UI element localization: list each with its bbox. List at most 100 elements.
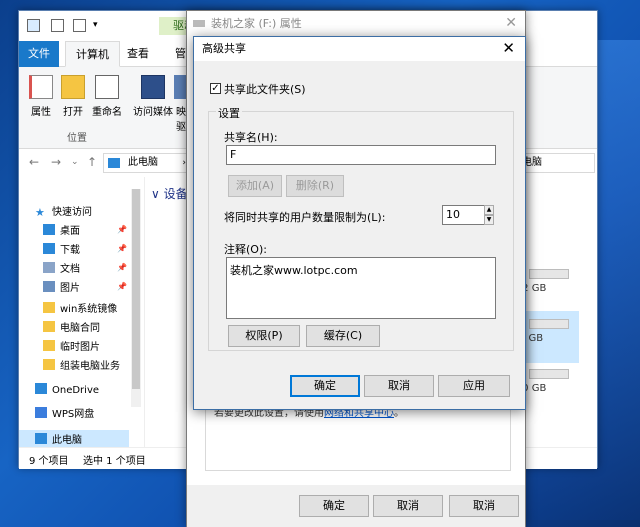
tab-file[interactable]: 文件 bbox=[19, 41, 59, 67]
pin-icon[interactable]: 📌 bbox=[117, 282, 127, 291]
checkbox-icon[interactable] bbox=[51, 19, 64, 32]
sidebar-item-label: OneDrive bbox=[52, 385, 100, 396]
folder-icon bbox=[43, 359, 55, 370]
share-name-label: 共享名(H): bbox=[224, 131, 278, 144]
close-icon[interactable]: ✕ bbox=[505, 15, 517, 31]
properties-icon[interactable] bbox=[73, 19, 86, 32]
wps-cloud-icon bbox=[35, 407, 47, 418]
back-arrow-icon[interactable]: ← bbox=[29, 155, 39, 169]
sidebar-item-label: WPS网盘 bbox=[52, 409, 95, 420]
sidebar-item[interactable]: 图片 bbox=[43, 279, 80, 298]
share-folder-checkbox[interactable]: ✓ bbox=[210, 83, 221, 94]
devices-group-header[interactable]: ∨ 设备 bbox=[151, 185, 188, 202]
folder-open-icon bbox=[61, 75, 85, 99]
computer-icon bbox=[108, 158, 120, 168]
spin-up-icon[interactable]: ▲ bbox=[484, 205, 494, 215]
disk-usage-bar bbox=[529, 369, 569, 379]
advanced-sharing-dialog: 高级共享 ✕ ✓ 共享此文件夹(S) 设置 共享名(H): F 添加(A) 删除… bbox=[193, 36, 526, 410]
comment-field[interactable]: 装机之家www.lotpc.com bbox=[226, 257, 496, 319]
user-limit-label: 将同时共享的用户数量限制为(L): bbox=[224, 211, 386, 224]
comment-label: 注释(O): bbox=[224, 243, 267, 256]
checkmark-icon: ✓ bbox=[211, 83, 220, 94]
media-icon bbox=[141, 75, 165, 99]
cloud-icon bbox=[35, 383, 47, 394]
sidebar-item-label: win系统镜像 bbox=[60, 304, 118, 315]
recent-chevron-icon[interactable]: ⌄ bbox=[71, 157, 79, 167]
computer-icon[interactable] bbox=[27, 19, 40, 32]
chevron-down-icon: ∨ bbox=[151, 187, 164, 201]
picture-icon bbox=[43, 281, 55, 292]
sidebar-item-label: 此电脑 bbox=[52, 435, 82, 446]
sidebar-item-label: 图片 bbox=[60, 283, 80, 294]
properties-ok-button[interactable]: 确定 bbox=[299, 495, 369, 517]
share-name-field[interactable]: F bbox=[226, 145, 496, 165]
settings-group-label: 设置 bbox=[216, 105, 242, 121]
disk-usage-bar bbox=[529, 269, 569, 279]
share-folder-label[interactable]: 共享此文件夹(S) bbox=[224, 81, 306, 97]
sidebar-item[interactable]: ★ 快速访问 bbox=[35, 203, 92, 222]
sidebar-item[interactable]: OneDrive bbox=[35, 381, 99, 400]
sidebar-item-label: 文档 bbox=[60, 264, 80, 275]
apply-button[interactable]: 应用 bbox=[438, 375, 510, 397]
status-selected-count: 选中 1 个项目 bbox=[83, 456, 146, 467]
sidebar-item[interactable]: 组装电脑业务 bbox=[43, 357, 120, 376]
sidebar-item-label: 桌面 bbox=[60, 226, 80, 237]
dialog-title: 高级共享 bbox=[194, 37, 525, 61]
download-icon bbox=[43, 243, 55, 254]
pin-icon[interactable]: 📌 bbox=[117, 244, 127, 253]
pin-icon[interactable]: 📌 bbox=[117, 225, 127, 234]
sidebar-item[interactable]: 下载 bbox=[43, 241, 80, 260]
sidebar-item-label: 下载 bbox=[60, 245, 80, 256]
sidebar-item[interactable]: 文档 bbox=[43, 260, 80, 279]
caching-button[interactable]: 缓存(C) bbox=[306, 325, 380, 347]
address-text: 此电脑 bbox=[128, 157, 158, 168]
sidebar-item-label: 快速访问 bbox=[52, 207, 92, 218]
properties-cancel-button[interactable]: 取消 bbox=[373, 495, 443, 517]
tab-computer[interactable]: 计算机 bbox=[65, 41, 120, 67]
navigation-pane: ★ 快速访问桌面 📌 下载 📌 文档 📌 图片 📌 win系统镜像 电脑合同临时图片组装电脑业务 On… bbox=[19, 177, 145, 450]
add-button[interactable]: 添加(A) bbox=[228, 175, 282, 197]
chevron-down-icon[interactable]: ▾ bbox=[93, 20, 98, 30]
nav-scrollbar[interactable] bbox=[131, 189, 141, 407]
drive-icon bbox=[193, 20, 205, 27]
open-button[interactable]: 打开 bbox=[55, 75, 91, 118]
rename-button[interactable]: 重命名 bbox=[89, 75, 125, 118]
address-bar[interactable]: 此电脑 › bbox=[103, 153, 193, 173]
pin-icon[interactable]: 📌 bbox=[117, 263, 127, 272]
disk-usage-bar bbox=[529, 319, 569, 329]
status-item-count: 9 个项目 bbox=[29, 456, 69, 467]
desktop-icon bbox=[43, 224, 55, 235]
folder-icon bbox=[43, 321, 55, 332]
properties-apply-button[interactable]: 取消 bbox=[449, 495, 519, 517]
computer-icon bbox=[35, 433, 47, 444]
tab-view[interactable]: 查看 bbox=[117, 41, 159, 67]
ok-button[interactable]: 确定 bbox=[290, 375, 360, 397]
sidebar-item-label: 电脑合同 bbox=[60, 323, 100, 334]
sidebar-item[interactable]: WPS网盘 bbox=[35, 405, 94, 424]
ribbon-group-location: 位置 bbox=[67, 133, 87, 144]
folder-icon bbox=[43, 340, 55, 351]
sidebar-item-label: 组装电脑业务 bbox=[60, 361, 120, 372]
document-icon bbox=[43, 262, 55, 273]
spin-down-icon[interactable]: ▼ bbox=[484, 215, 494, 225]
permissions-button[interactable]: 权限(P) bbox=[228, 325, 300, 347]
sidebar-item[interactable]: 临时图片 bbox=[43, 338, 100, 357]
properties-button[interactable]: 属性 bbox=[23, 75, 59, 118]
folder-icon bbox=[43, 302, 55, 313]
properties-icon bbox=[29, 75, 53, 99]
rename-icon bbox=[95, 75, 119, 99]
remove-button[interactable]: 删除(R) bbox=[286, 175, 344, 197]
sidebar-item[interactable]: 电脑合同 bbox=[43, 319, 100, 338]
properties-title: 装机之家 (F:) 属性 bbox=[187, 11, 525, 37]
star-icon: ★ bbox=[35, 206, 45, 219]
cancel-button[interactable]: 取消 bbox=[364, 375, 434, 397]
forward-arrow-icon[interactable]: → bbox=[51, 155, 61, 169]
up-arrow-icon[interactable]: ↑ bbox=[87, 155, 97, 169]
properties-footer: 确定 取消 取消 bbox=[187, 485, 525, 527]
access-media-button[interactable]: 访问媒体 bbox=[133, 75, 173, 118]
sidebar-item[interactable]: 桌面 bbox=[43, 222, 80, 241]
close-icon[interactable]: ✕ bbox=[502, 39, 515, 57]
sidebar-item[interactable]: win系统镜像 bbox=[43, 300, 117, 319]
sidebar-item-label: 临时图片 bbox=[60, 342, 100, 353]
user-limit-spinner[interactable]: ▲ ▼ bbox=[484, 205, 494, 225]
